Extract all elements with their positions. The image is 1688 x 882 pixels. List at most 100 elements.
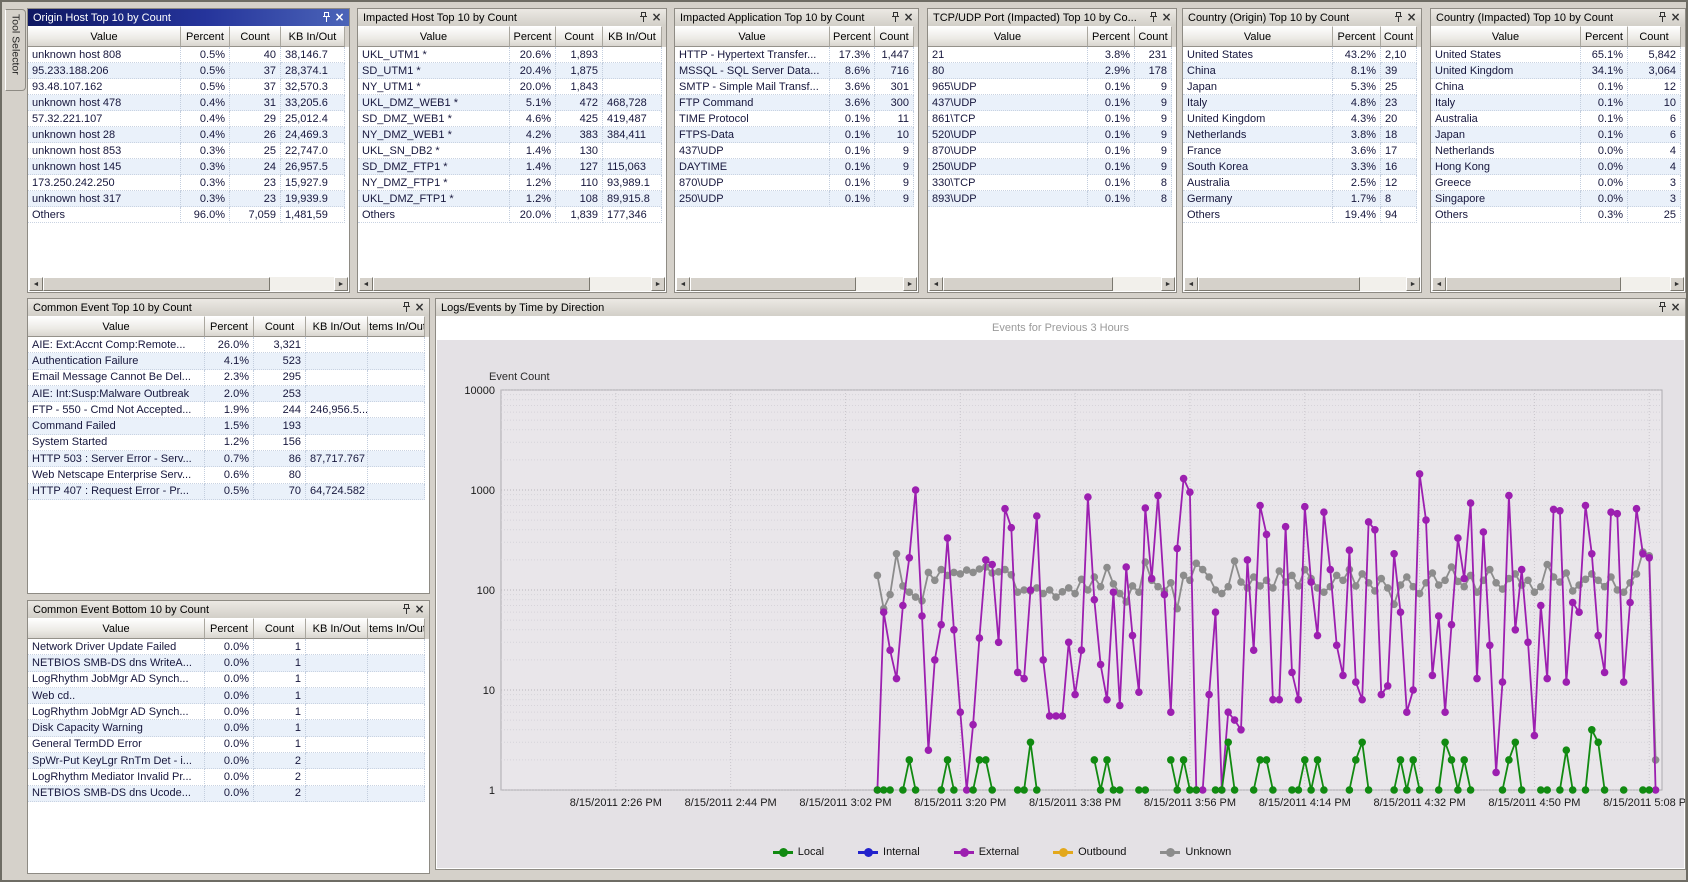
column-header-value[interactable]: Value xyxy=(28,26,181,47)
table-row[interactable]: 861\TCP0.1%9 xyxy=(928,111,1176,127)
table-row[interactable]: SMTP - Simple Mail Transf...3.6%301 xyxy=(675,79,918,95)
scroll-left-arrow-icon[interactable]: ◄ xyxy=(929,277,943,291)
legend-item-local[interactable]: Local xyxy=(773,846,824,858)
close-icon[interactable]: × xyxy=(1669,11,1682,24)
horizontal-scrollbar[interactable]: ◄► xyxy=(676,277,917,291)
column-header-kb-in-out[interactable]: KB In/Out xyxy=(603,26,662,47)
table-row[interactable]: FTP - 550 - Cmd Not Accepted...1.9%24424… xyxy=(28,402,429,418)
close-icon[interactable]: × xyxy=(1160,11,1173,24)
pin-icon[interactable] xyxy=(1392,11,1405,24)
close-icon[interactable]: × xyxy=(413,603,426,616)
table-row[interactable]: unknown host 4780.4%3133,205.6 xyxy=(28,95,349,111)
table-row[interactable]: 330\TCP0.1%8 xyxy=(928,175,1176,191)
column-header-value[interactable]: Value xyxy=(28,316,205,337)
table-row[interactable]: South Korea3.3%16 xyxy=(1183,159,1421,175)
table-row[interactable]: Network Driver Update Failed0.0%1 xyxy=(28,639,429,655)
table-row[interactable]: Germany1.7%8 xyxy=(1183,191,1421,207)
scrollbar-thumb[interactable] xyxy=(373,277,590,291)
legend-item-outbound[interactable]: Outbound xyxy=(1053,846,1126,858)
table-row[interactable]: Others0.3%25 xyxy=(1431,207,1685,223)
table-row[interactable]: SD_DMZ_FTP1 *1.4%127115,063 xyxy=(358,159,666,175)
table-row[interactable]: NETBIOS SMB-DS dns Ucode...0.0%2 xyxy=(28,786,429,802)
table-row[interactable]: TIME Protocol0.1%11 xyxy=(675,111,918,127)
table-row[interactable]: HTTP 407 : Request Error - Pr...0.5%7064… xyxy=(28,484,429,500)
table-row[interactable]: United Kingdom4.3%20 xyxy=(1183,111,1421,127)
table-row[interactable]: China8.1%39 xyxy=(1183,63,1421,79)
table-row[interactable]: Authentication Failure4.1%523 xyxy=(28,353,429,369)
pin-icon[interactable] xyxy=(1656,11,1669,24)
pin-icon[interactable] xyxy=(1147,11,1160,24)
close-icon[interactable]: × xyxy=(413,301,426,314)
pin-icon[interactable] xyxy=(400,301,413,314)
table-row[interactable]: LogRhythm JobMgr AD Synch...0.0%1 xyxy=(28,704,429,720)
table-row[interactable]: 213.8%231 xyxy=(928,47,1176,63)
horizontal-scrollbar[interactable]: ◄► xyxy=(359,277,665,291)
horizontal-scrollbar[interactable]: ◄► xyxy=(29,277,348,291)
column-header-count[interactable]: Count xyxy=(875,26,914,47)
table-row[interactable]: LogRhythm Mediator Invalid Pr...0.0%2 xyxy=(28,769,429,785)
column-header-kb-in-out[interactable]: KB In/Out xyxy=(281,26,345,47)
scrollbar-thumb[interactable] xyxy=(943,277,1113,291)
table-row[interactable]: AIE: Int:Susp:Malware Outbreak2.0%253 xyxy=(28,386,429,402)
scrollbar-thumb[interactable] xyxy=(1446,277,1621,291)
table-row[interactable]: NY_UTM1 *20.0%1,843 xyxy=(358,79,666,95)
scroll-left-arrow-icon[interactable]: ◄ xyxy=(29,277,43,291)
scroll-right-arrow-icon[interactable]: ► xyxy=(651,277,665,291)
table-row[interactable]: System Started1.2%156 xyxy=(28,435,429,451)
table-row[interactable]: Netherlands0.0%4 xyxy=(1431,143,1685,159)
table-row[interactable]: NY_DMZ_FTP1 *1.2%11093,989.1 xyxy=(358,175,666,191)
column-header-count[interactable]: Count xyxy=(230,26,281,47)
column-header-value[interactable]: Value xyxy=(1183,26,1333,47)
table-row[interactable]: 802.9%178 xyxy=(928,63,1176,79)
scroll-left-arrow-icon[interactable]: ◄ xyxy=(1432,277,1446,291)
column-header-value[interactable]: Value xyxy=(928,26,1088,47)
table-row[interactable]: China0.1%12 xyxy=(1431,79,1685,95)
table-row[interactable]: unknown host 1450.3%2426,957.5 xyxy=(28,159,349,175)
table-row[interactable]: unknown host 3170.3%2319,939.9 xyxy=(28,191,349,207)
table-row[interactable]: DAYTIME0.1%9 xyxy=(675,159,918,175)
table-row[interactable]: SpWr-Put KeyLgr RnTm Det - i...0.0%2 xyxy=(28,753,429,769)
table-row[interactable]: Japan5.3%25 xyxy=(1183,79,1421,95)
table-row[interactable]: 870\UDP0.1%9 xyxy=(928,143,1176,159)
column-header-count[interactable]: Count xyxy=(254,618,306,639)
pin-icon[interactable] xyxy=(889,11,902,24)
table-row[interactable]: Netherlands3.8%18 xyxy=(1183,127,1421,143)
table-row[interactable]: Greece0.0%3 xyxy=(1431,175,1685,191)
scrollbar-thumb[interactable] xyxy=(1198,277,1360,291)
table-row[interactable]: AIE: Ext:Accnt Comp:Remote...26.0%3,321 xyxy=(28,337,429,353)
table-row[interactable]: MSSQL - SQL Server Data...8.6%716 xyxy=(675,63,918,79)
column-header-items-in-out[interactable]: Items In/Out xyxy=(368,618,425,639)
table-row[interactable]: France3.6%17 xyxy=(1183,143,1421,159)
table-row[interactable]: 173.250.242.2500.3%2315,927.9 xyxy=(28,175,349,191)
table-row[interactable]: Singapore0.0%3 xyxy=(1431,191,1685,207)
table-row[interactable]: 520\UDP0.1%9 xyxy=(928,127,1176,143)
pin-icon[interactable] xyxy=(637,11,650,24)
scroll-right-arrow-icon[interactable]: ► xyxy=(1670,277,1684,291)
table-row[interactable]: Australia2.5%12 xyxy=(1183,175,1421,191)
table-row[interactable]: 870\UDP0.1%9 xyxy=(675,175,918,191)
table-row[interactable]: HTTP - Hypertext Transfer...17.3%1,447 xyxy=(675,47,918,63)
table-row[interactable]: NETBIOS SMB-DS dns WriteA...0.0%1 xyxy=(28,655,429,671)
column-header-percent[interactable]: Percent xyxy=(1333,26,1381,47)
column-header-percent[interactable]: Percent xyxy=(181,26,230,47)
horizontal-scrollbar[interactable]: ◄► xyxy=(929,277,1175,291)
table-row[interactable]: unknown host 8080.5%4038,146.7 xyxy=(28,47,349,63)
horizontal-scrollbar[interactable]: ◄► xyxy=(1432,277,1684,291)
table-row[interactable]: 893\UDP0.1%8 xyxy=(928,191,1176,207)
close-icon[interactable]: × xyxy=(333,11,346,24)
column-header-count[interactable]: Count xyxy=(556,26,603,47)
table-row[interactable]: Command Failed1.5%193 xyxy=(28,418,429,434)
column-header-value[interactable]: Value xyxy=(675,26,830,47)
legend-item-internal[interactable]: Internal xyxy=(858,846,920,858)
table-row[interactable]: Italy4.8%23 xyxy=(1183,95,1421,111)
scroll-right-arrow-icon[interactable]: ► xyxy=(1406,277,1420,291)
table-row[interactable]: United States43.2%2,10 xyxy=(1183,47,1421,63)
legend-item-unknown[interactable]: Unknown xyxy=(1160,846,1231,858)
column-header-percent[interactable]: Percent xyxy=(510,26,556,47)
scroll-right-arrow-icon[interactable]: ► xyxy=(903,277,917,291)
table-row[interactable]: FTP Command3.6%300 xyxy=(675,95,918,111)
table-row[interactable]: 250\UDP0.1%9 xyxy=(675,191,918,207)
table-row[interactable]: United Kingdom34.1%3,064 xyxy=(1431,63,1685,79)
table-row[interactable]: Web cd..0.0%1 xyxy=(28,688,429,704)
table-row[interactable]: General TermDD Error0.0%1 xyxy=(28,737,429,753)
